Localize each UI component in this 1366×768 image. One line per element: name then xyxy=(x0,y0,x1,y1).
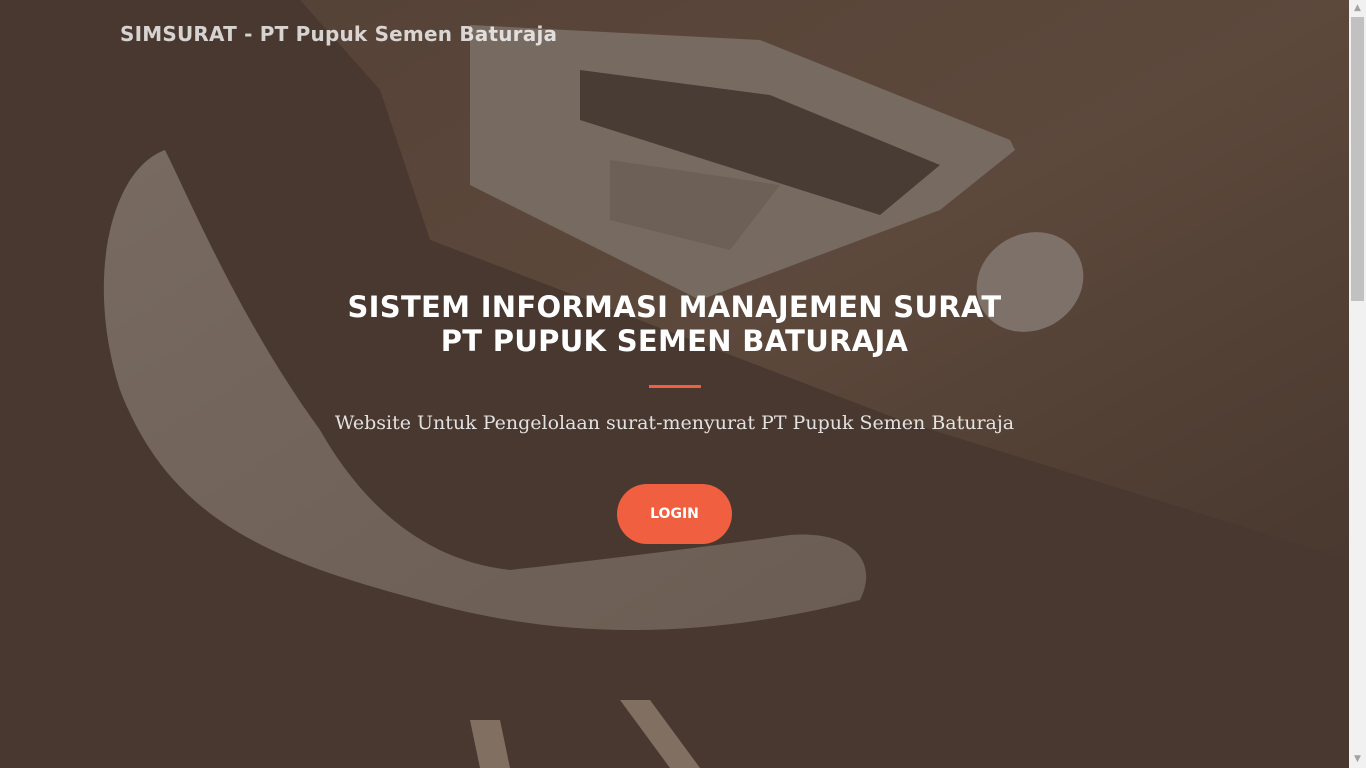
chevron-up-icon[interactable]: ▲ xyxy=(1349,0,1366,17)
hero-title-line2: PT PUPUK SEMEN BATURAJA xyxy=(440,324,909,358)
hero-title-line1: SISTEM INFORMASI MANAJEMEN SURAT xyxy=(347,290,1002,324)
hero-title: SISTEM INFORMASI MANAJEMEN SURAT PT PUPU… xyxy=(0,290,1349,358)
brand-link[interactable]: SIMSURAT - PT Pupuk Semen Baturaja xyxy=(120,22,557,46)
navbar: SIMSURAT - PT Pupuk Semen Baturaja xyxy=(0,0,1349,72)
chevron-down-icon[interactable]: ▼ xyxy=(1349,751,1366,768)
hero-subtitle: Website Untuk Pengelolaan surat-menyurat… xyxy=(334,412,1015,434)
scrollbar-thumb[interactable] xyxy=(1351,17,1364,301)
vertical-scrollbar[interactable]: ▲ ▼ xyxy=(1349,0,1366,768)
hero-section: SISTEM INFORMASI MANAJEMEN SURAT PT PUPU… xyxy=(0,290,1349,544)
login-button[interactable]: LOGIN xyxy=(617,484,732,544)
title-divider xyxy=(648,385,701,388)
page: SIMSURAT - PT Pupuk Semen Baturaja SISTE… xyxy=(0,0,1366,768)
